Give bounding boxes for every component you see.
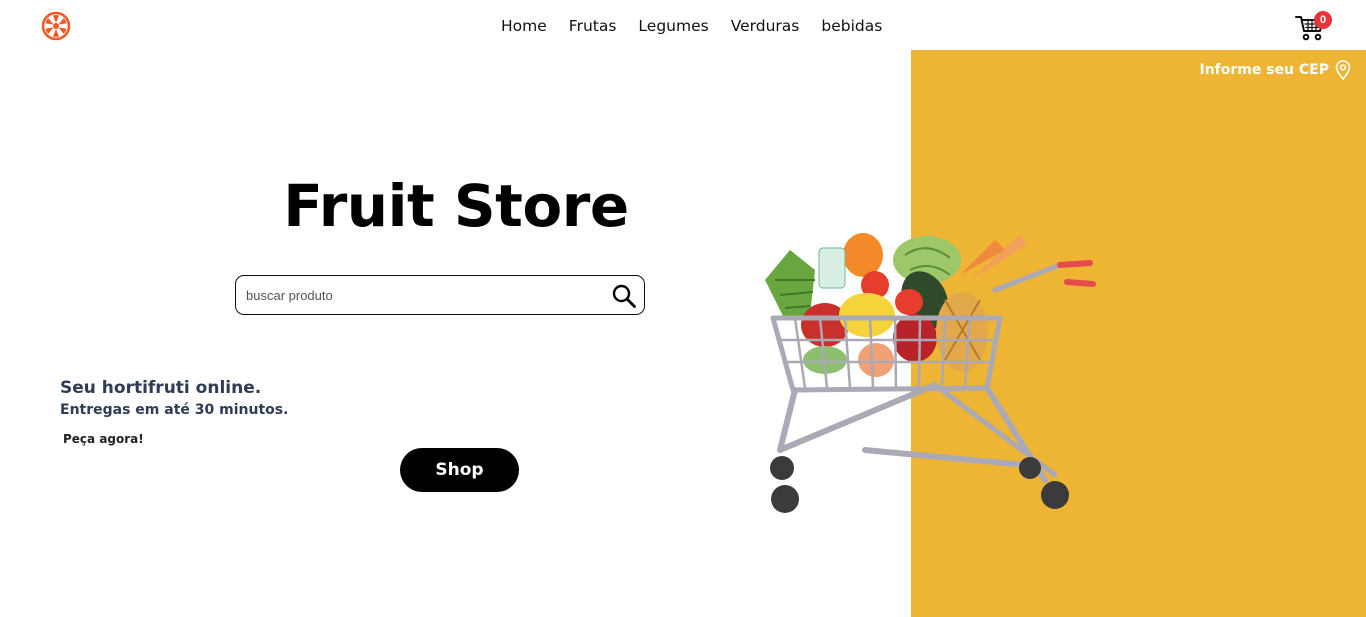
delivery-text: Entregas em até 30 minutos. [60,402,289,418]
nav-home[interactable]: Home [490,16,558,36]
orange-slice-logo-icon[interactable] [41,11,71,41]
nav-bebidas[interactable]: bebidas [810,16,893,36]
main-nav: Home Frutas Legumes Verduras bebidas [490,16,893,36]
search-icon[interactable] [611,283,637,309]
tagline: Seu hortifruti online. [60,378,262,398]
cep-link[interactable]: Informe seu CEP [1199,60,1351,80]
search-input[interactable] [246,284,606,306]
shopping-cart-vegetables-illustration [765,233,1096,513]
order-now-text: Peça agora! [63,432,144,446]
cart-count-badge: 0 [1314,11,1332,29]
cep-label: Informe seu CEP [1199,62,1329,78]
search-box [235,275,645,315]
nav-verduras[interactable]: Verduras [720,16,811,36]
nav-legumes[interactable]: Legumes [627,16,719,36]
map-pin-icon [1335,60,1351,80]
nav-frutas[interactable]: Frutas [558,16,628,36]
shop-button[interactable]: Shop [400,448,519,492]
